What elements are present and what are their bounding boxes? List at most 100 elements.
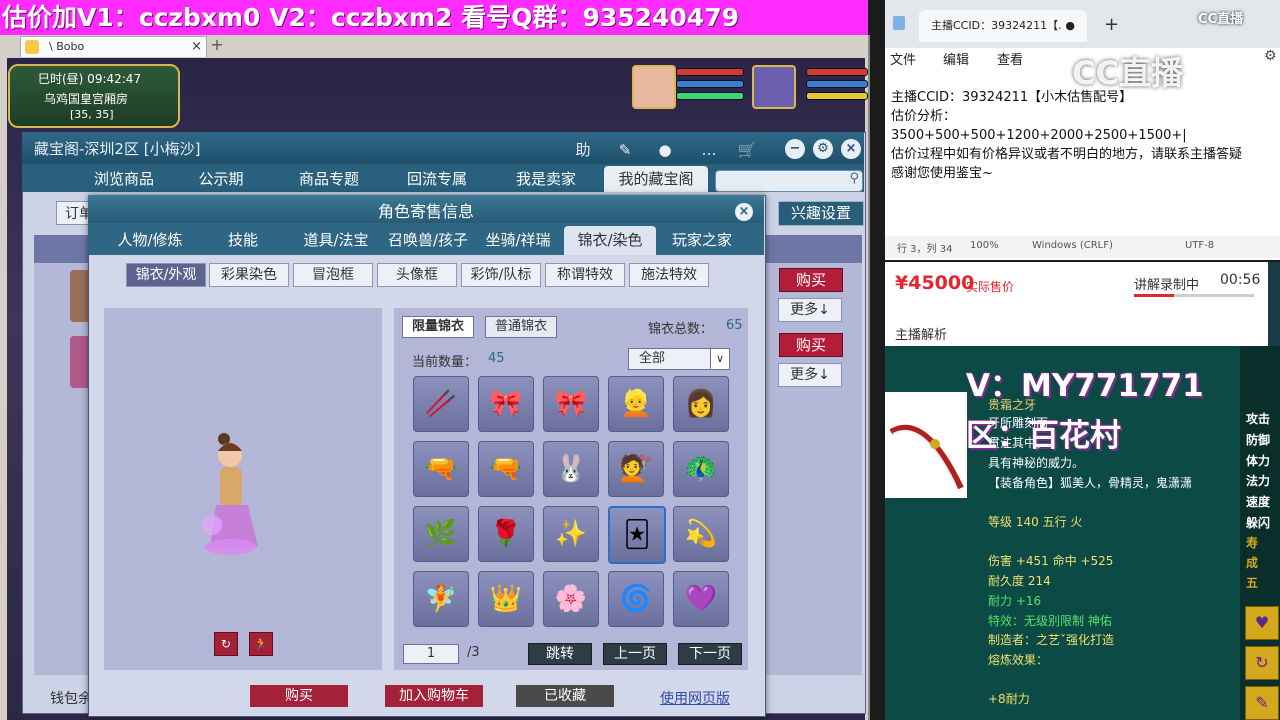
outfit-slot[interactable]: 🌀 [608, 571, 664, 627]
outfit-slot[interactable]: 🔫 [478, 441, 534, 497]
edit-icon[interactable]: ✎ [614, 140, 636, 160]
stat-speed: 速度 [1246, 495, 1271, 509]
subtab-bubble[interactable]: 冒泡框 [293, 263, 373, 287]
add-to-cart-button[interactable]: 加入购物车 [385, 685, 483, 707]
item-name: 贵霜之牙 [988, 398, 1037, 412]
close-icon[interactable]: × [841, 139, 861, 159]
cart-icon[interactable]: 🛒 [736, 140, 758, 160]
nav-topics[interactable]: 商品专题 [286, 166, 372, 192]
panel-tab-normal[interactable]: 普通锦衣 [485, 316, 557, 338]
pet-portrait-avatar[interactable] [632, 65, 676, 109]
outfit-slot[interactable]: 🌸 [543, 571, 599, 627]
prev-page-button[interactable]: 上一页 [603, 643, 667, 665]
promo-banner: 估价加V1：cczbxm0 V2：cczbxm2 看号Q群：935240479 [0, 0, 868, 35]
tab-skills[interactable]: 技能 [212, 226, 274, 255]
outfit-slot[interactable]: 🧚 [413, 571, 469, 627]
notepad-new-tab-button[interactable]: + [1104, 14, 1119, 35]
nav-public[interactable]: 公示期 [186, 166, 256, 192]
filter-value: 全部 [639, 351, 666, 366]
subtab-dye[interactable]: 彩果染色 [209, 263, 289, 287]
dialog-close-icon[interactable]: × [735, 203, 753, 221]
nav-browse[interactable]: 浏览商品 [66, 166, 182, 192]
record-icon[interactable]: ● [654, 140, 676, 160]
tab-summons[interactable]: 召唤兽/孩子 [380, 226, 476, 255]
outfit-slot[interactable]: 💫 [673, 506, 729, 562]
search-icon[interactable]: ⚲ [849, 171, 859, 186]
favorited-button[interactable]: 已收藏 [516, 685, 614, 707]
player-portrait-avatar[interactable] [752, 65, 796, 109]
subtab-avatar-frame[interactable]: 头像框 [377, 263, 457, 287]
pose-icon[interactable]: 🏃 [249, 632, 273, 656]
outfit-filter-select[interactable]: 全部 ∨ [628, 348, 730, 370]
minimize-button[interactable]: − [785, 139, 805, 159]
notepad-line: 3500+500+500+1200+2000+2500+1500+| [891, 128, 1187, 143]
outfit-slot[interactable]: 🔫 [413, 441, 469, 497]
outfit-slot[interactable]: 👱 [608, 376, 664, 432]
tab-items[interactable]: 道具/法宝 [296, 226, 376, 255]
treasure-search-input[interactable]: ⚲ [715, 170, 863, 192]
next-page-button[interactable]: 下一页 [678, 643, 742, 665]
chevron-down-icon[interactable]: ∨ [710, 349, 729, 369]
nav-seller[interactable]: 我是卖家 [506, 166, 586, 192]
outfit-slot[interactable]: 🎀 [543, 376, 599, 432]
stat-life: 寿 [1246, 536, 1259, 550]
outfit-slot[interactable]: 🎀 [478, 376, 534, 432]
buy-button[interactable]: 购买 [250, 685, 348, 707]
outfit-slot[interactable]: 💜 [673, 571, 729, 627]
new-tab-button[interactable]: + [208, 37, 226, 55]
outfit-slot[interactable]: 🥢 [413, 376, 469, 432]
item-maker: 制造者：之艺ˇ强化打造 [988, 633, 1115, 647]
page-number-input[interactable]: 1 [403, 644, 459, 664]
stat-defense: 防御 [1246, 433, 1271, 447]
menu-edit[interactable]: 编辑 [943, 49, 969, 68]
listing-more-button[interactable]: 更多↓ [778, 298, 842, 322]
analysis-label[interactable]: 主播解析 [895, 324, 947, 343]
outfit-slot[interactable]: 🦚 [673, 441, 729, 497]
listing-more-button[interactable]: 更多↓ [778, 363, 842, 387]
notepad-text-area[interactable]: 主播CCID：39324211【小木估售配号】 估价分析： 3500+500+5… [891, 88, 1280, 183]
unsaved-dot-icon[interactable]: ● [1065, 10, 1075, 42]
browser-tab[interactable]: \ Bobo × [20, 36, 207, 57]
outfit-slot[interactable]: 👑 [478, 571, 534, 627]
jump-button[interactable]: 跳转 [528, 643, 592, 665]
outfit-slot[interactable]: 🐰 [543, 441, 599, 497]
listing-buy-button[interactable]: 购买 [779, 268, 843, 292]
feather-icon[interactable]: ✎ [1245, 686, 1279, 720]
outfit-slot[interactable]: 🌹 [478, 506, 534, 562]
tab-mounts[interactable]: 坐骑/祥瑞 [478, 226, 558, 255]
interest-settings-button[interactable]: 兴趣设置 [778, 201, 864, 226]
notepad-tab[interactable]: 主播CCID：39324211【. ● [919, 10, 1087, 42]
tab-outfits[interactable]: 锦衣/染色 [564, 226, 656, 255]
weapon-icon [889, 424, 964, 490]
item-smelt-label: 熔炼效果： [988, 653, 1049, 667]
rotate-icon[interactable]: ↻ [214, 632, 238, 656]
panel-tab-limited[interactable]: 限量锦衣 [402, 316, 474, 338]
outfit-slot[interactable]: 👩 [673, 376, 729, 432]
chat-icon[interactable]: … [698, 140, 720, 160]
dialog-title: 角色寄售信息 [377, 202, 474, 221]
settings-gear-icon[interactable]: ⚙ [813, 139, 833, 159]
subtab-appearance[interactable]: 锦衣/外观 [126, 263, 206, 287]
tab-character[interactable]: 人物/修炼 [108, 226, 192, 255]
tab-home[interactable]: 玩家之家 [664, 226, 740, 255]
outfit-slot[interactable]: 🌿 [413, 506, 469, 562]
outfit-slot-selected[interactable]: 🃏 [608, 506, 666, 564]
listing-buy-button[interactable]: 购买 [779, 333, 843, 357]
subtab-cast-effect[interactable]: 施法特效 [629, 263, 709, 287]
subtab-title-effect[interactable]: 称谓特效 [545, 263, 625, 287]
menu-view[interactable]: 查看 [997, 49, 1023, 68]
nav-return[interactable]: 回流专属 [396, 166, 478, 192]
shield-icon[interactable]: ♥ [1245, 606, 1279, 640]
weapon-image [885, 392, 967, 498]
menu-file[interactable]: 文件 [890, 49, 916, 68]
outfit-slot[interactable]: 💇 [608, 441, 664, 497]
web-version-link[interactable]: 使用网页版 [660, 688, 730, 708]
help-icon[interactable]: 助 [572, 140, 594, 160]
tab-close-icon[interactable]: × [191, 37, 202, 57]
subtab-team-badge[interactable]: 彩饰/队标 [461, 263, 541, 287]
outfit-slot[interactable]: ✨ [543, 506, 599, 562]
swirl-icon[interactable]: ↻ [1245, 646, 1279, 680]
gear-icon[interactable]: ⚙ [1264, 48, 1277, 64]
nav-my-treasure[interactable]: 我的藏宝阁 [604, 166, 708, 192]
item-roles: 【装备角色】狐美人，骨精灵，鬼潇潇 [988, 476, 1193, 490]
